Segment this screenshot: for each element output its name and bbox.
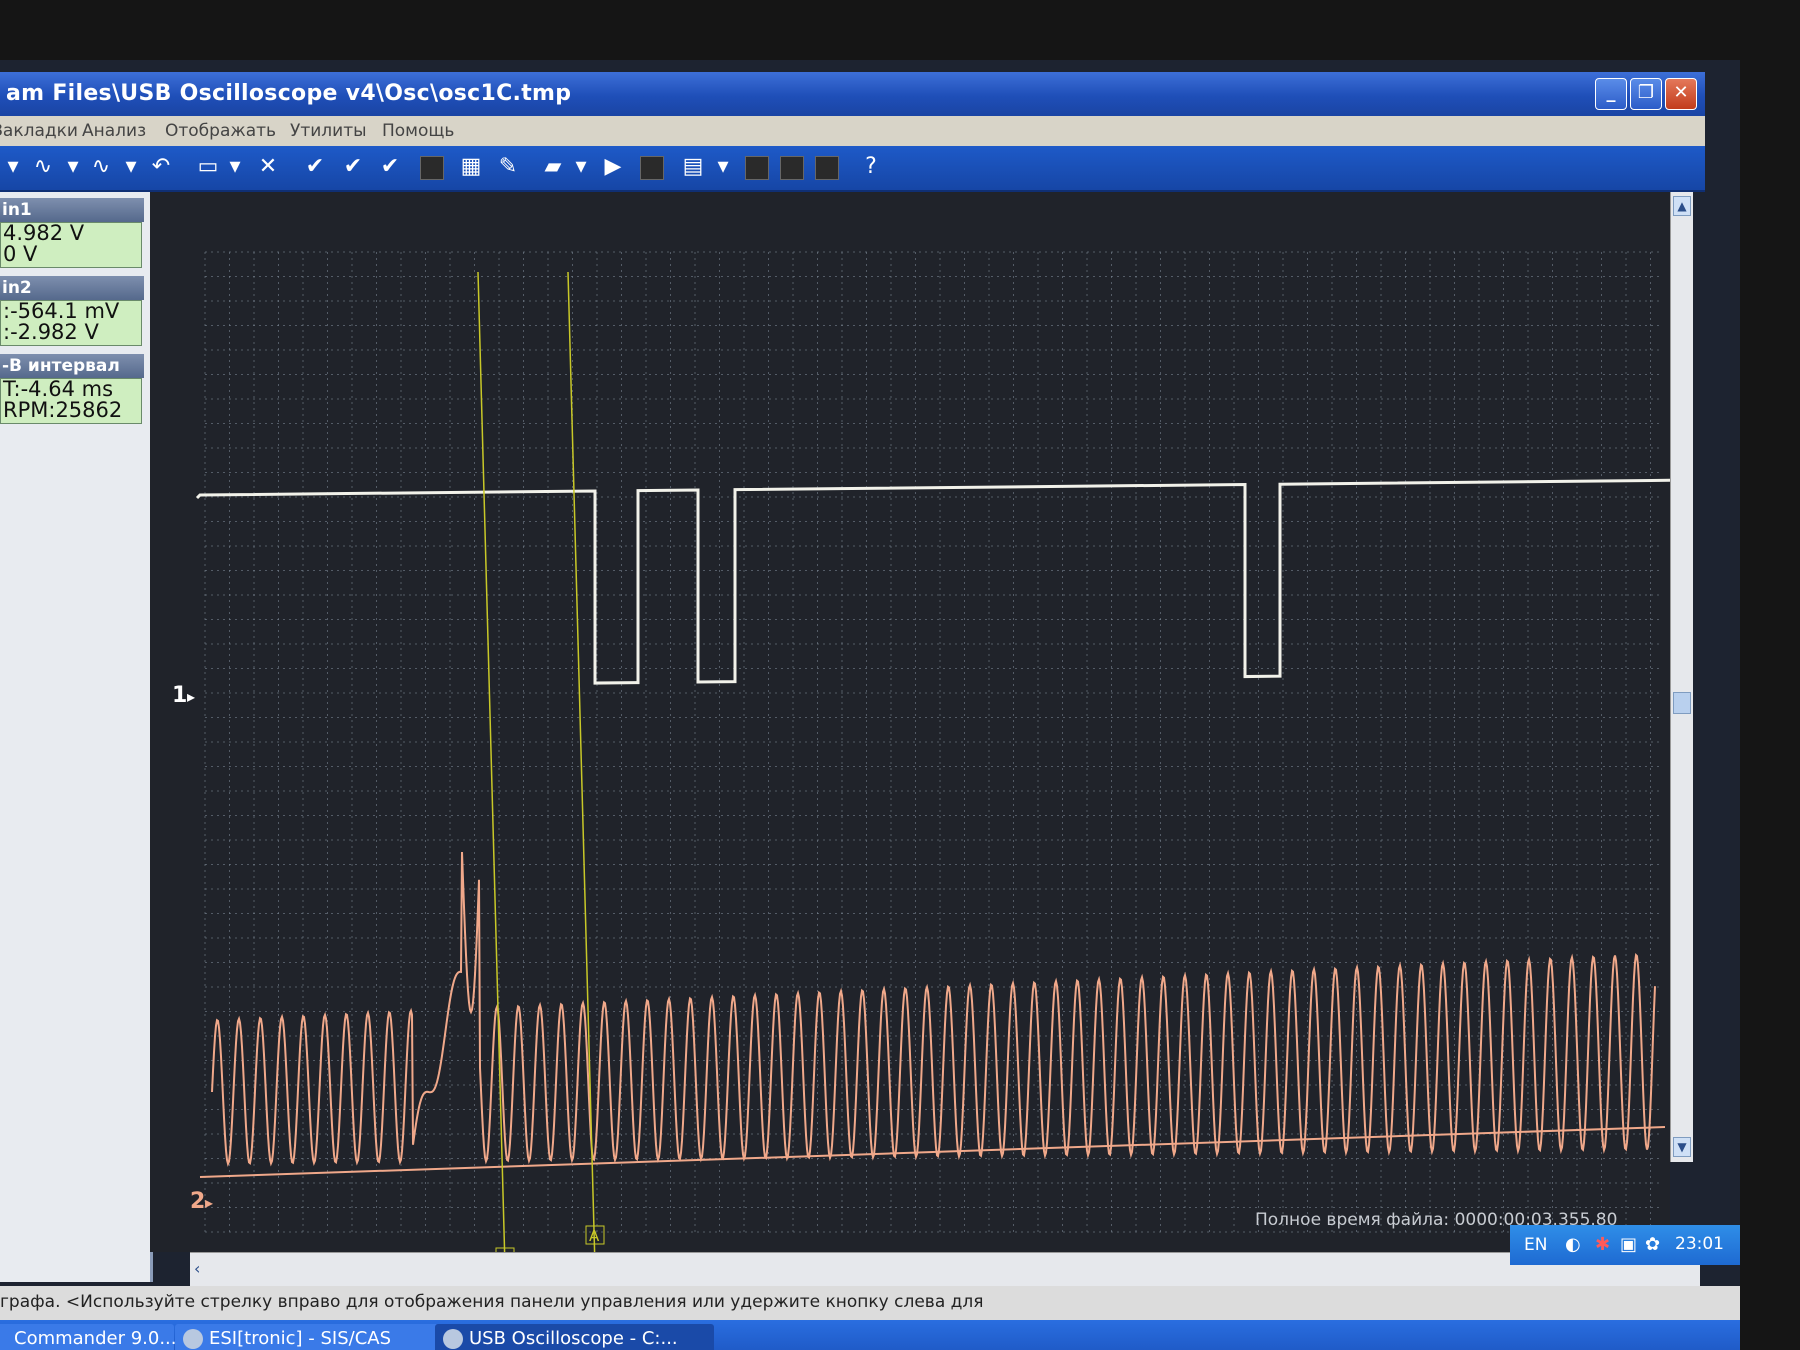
block-icon[interactable] [815,156,839,180]
display-icon[interactable]: ▭ [195,154,221,180]
toolbar: ▾ ∿ ▾ ∿ ▾ ↶ ▭ ▾ ✕ ✔ ✔ ✔ ▦ ✎ ▰ ▾ ▶ ▤ ▾ ? [0,146,1705,192]
chart-icon[interactable]: ▦ [458,154,484,180]
menu-utilities[interactable]: Утилиты [290,121,367,141]
stop-icon[interactable] [640,156,664,180]
task-usb-oscilloscope[interactable]: USB Oscilloscope - C:... [435,1324,714,1350]
menu-help[interactable]: Помощь [382,121,454,141]
bluetooth-icon[interactable]: ✱ [1595,1234,1610,1255]
channel1-header[interactable]: in1 [0,198,144,222]
window-title: am Files\USB Oscilloscope v4\Osc\osc1C.t… [6,81,572,106]
menu-bar: Закладки Анализ Отображать Утилиты Помощ… [0,116,1705,146]
chevron-down-icon[interactable]: ▾ [568,154,594,180]
vertical-scroll-thumb[interactable] [1673,692,1691,714]
task-label: USB Oscilloscope - C:... [469,1328,678,1349]
chevron-down-icon[interactable]: ▾ [710,154,736,180]
chevron-down-icon[interactable]: ▾ [118,154,144,180]
tool-icon[interactable]: ✎ [495,154,521,180]
security-icon[interactable]: ✿ [1645,1234,1660,1255]
interval-time: T:-4.64 ms [3,377,114,401]
channel1-value-b: 0 V [3,242,38,266]
channel2-value-b: :-2.982 V [3,320,99,344]
scroll-up-icon[interactable]: ▲ [1673,196,1691,216]
chevron-down-icon[interactable]: ▾ [222,154,248,180]
scroll-down-icon[interactable]: ▼ [1673,1137,1691,1157]
channel2-values: :-564.1 mV :-2.982 V [0,300,142,346]
task-commander[interactable]: Commander 9.0... [0,1324,177,1350]
waveform-icon[interactable]: ∿ [30,154,56,180]
cursor-a-label: A [589,1227,600,1245]
record-icon[interactable]: ▤ [680,154,706,180]
language-indicator[interactable]: EN [1524,1235,1547,1255]
close-button[interactable]: ✕ [1665,78,1697,110]
status-text: графа. <Используйте стрелку вправо для о… [0,1292,984,1312]
undo-icon[interactable]: ↶ [148,154,174,180]
horizontal-scrollbar[interactable]: ‹ [190,1252,1700,1287]
waveform-icon[interactable]: ∿ [88,154,114,180]
maximize-button[interactable]: ❐ [1630,78,1662,110]
channel2-arrow-icon: ▸ [205,1193,213,1212]
oscilloscope-plot[interactable]: B A 1 ▸ 2 ▸ [150,192,1670,1252]
task-esi-tronic[interactable]: ESI[tronic] - SIS/CAS [175,1324,439,1350]
task-label: Commander 9.0... [14,1328,177,1349]
display-tray-icon[interactable]: ▣ [1620,1234,1637,1255]
channel1-value-a: 4.982 V [3,221,85,245]
system-tray: EN ◐ ✱ ▣ ✿ 23:01 [1510,1225,1740,1265]
channel-panel: in1 4.982 V 0 V in2 :-564.1 mV :-2.982 V… [0,192,153,1282]
interval-rpm: RPM:25862 [3,398,123,422]
block-icon[interactable] [780,156,804,180]
task-label: ESI[tronic] - SIS/CAS [209,1328,392,1349]
network-icon[interactable]: ◐ [1565,1234,1581,1255]
menu-analysis[interactable]: Анализ [82,121,146,141]
app-icon [183,1329,203,1349]
clock: 23:01 [1675,1234,1724,1254]
channel2-header[interactable]: in2 [0,276,144,300]
channel1-marker[interactable]: 1 [172,683,187,708]
window-titlebar[interactable]: am Files\USB Oscilloscope v4\Osc\osc1C.t… [0,72,1705,116]
check-double-icon[interactable]: ✔ [340,154,366,180]
filter-icon[interactable]: ▾ [0,154,26,180]
interval-values: T:-4.64 ms RPM:25862 [0,378,142,424]
play-icon[interactable]: ▶ [600,154,626,180]
check-icon[interactable]: ✔ [302,154,328,180]
channel1-values: 4.982 V 0 V [0,222,142,268]
menu-view[interactable]: Отображать [165,121,276,141]
cursor-icon[interactable]: ✕ [255,154,281,180]
vertical-scrollbar[interactable]: ▲ ▼ [1670,192,1693,1162]
channel1-arrow-icon: ▸ [187,687,195,706]
folder-icon[interactable]: ▰ [540,154,566,180]
chevron-down-icon[interactable]: ▾ [60,154,86,180]
stop-icon[interactable] [420,156,444,180]
menu-bookmarks[interactable]: Закладки [0,121,78,141]
desktop-screen: am Files\USB Oscilloscope v4\Osc\osc1C.t… [0,60,1740,1350]
block-icon[interactable] [745,156,769,180]
oscilloscope-app-icon [443,1329,463,1349]
channel2-value-a: :-564.1 mV [3,299,120,323]
scroll-left-icon[interactable]: ‹ [194,1259,212,1279]
minimize-button[interactable]: _ [1595,78,1627,110]
interval-header[interactable]: -B интервал [0,354,144,378]
check-triple-icon[interactable]: ✔ [377,154,403,180]
status-bar: графа. <Используйте стрелку вправо для о… [0,1286,1740,1320]
help-icon[interactable]: ? [858,154,884,180]
taskbar: Commander 9.0... ESI[tronic] - SIS/CAS U… [0,1320,1740,1350]
channel2-marker[interactable]: 2 [190,1189,205,1214]
